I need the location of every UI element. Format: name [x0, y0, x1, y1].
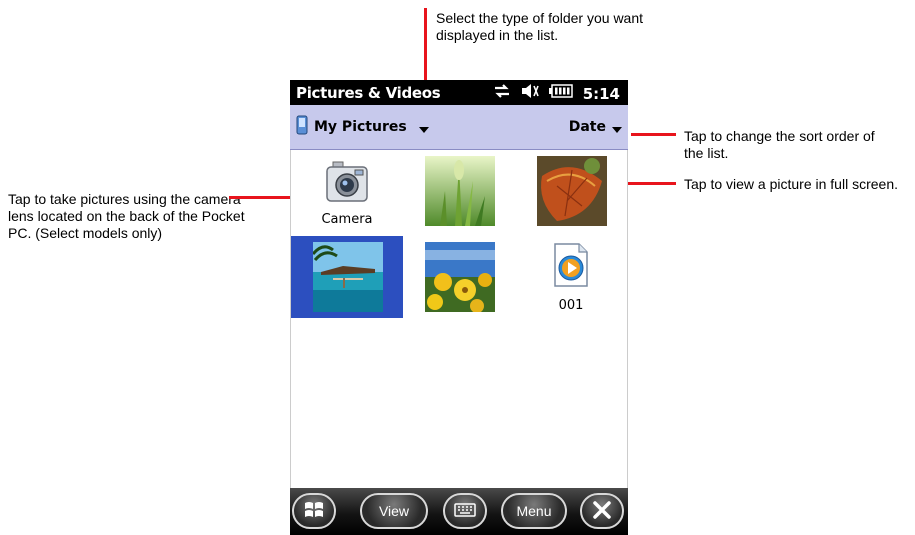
tile-flowers-photo[interactable]: [403, 236, 515, 318]
callout-folder-type: Select the type of folder you want displ…: [436, 10, 644, 43]
menu-button[interactable]: Menu: [501, 493, 567, 529]
sort-dropdown-icon[interactable]: [612, 127, 622, 133]
sort-selector[interactable]: Date: [569, 115, 622, 139]
close-button[interactable]: [580, 493, 624, 529]
tile-beach-photo[interactable]: [291, 236, 403, 318]
camera-icon: [325, 160, 369, 204]
callout-view-picture: Tap to view a picture in full screen.: [684, 176, 898, 192]
folder-selector[interactable]: My Pictures: [296, 115, 429, 139]
keyboard-button[interactable]: [443, 493, 487, 529]
battery-icon[interactable]: [548, 84, 573, 103]
start-button[interactable]: [292, 493, 336, 529]
tile-grass-photo[interactable]: [403, 150, 515, 232]
folder-dropdown-icon[interactable]: [418, 127, 429, 133]
keyboard-icon: [454, 502, 476, 520]
connectivity-icon[interactable]: [493, 83, 511, 104]
taskbar: View Menu: [290, 488, 628, 535]
speaker-muted-icon[interactable]: [521, 83, 539, 104]
callout-sort-order: Tap to change the sort order of the list…: [684, 128, 875, 161]
leaf-thumbnail: [537, 156, 607, 226]
close-icon: [592, 500, 612, 523]
flowers-thumbnail: [425, 242, 495, 313]
status-icons: 5:14: [493, 83, 620, 104]
tile-camera[interactable]: Camera: [291, 150, 403, 232]
folder-name: My Pictures: [314, 119, 407, 135]
windows-flag-icon: [303, 500, 325, 523]
media-player-icon: [551, 242, 591, 288]
view-button[interactable]: View: [360, 493, 428, 529]
tile-media-file[interactable]: 001: [515, 236, 627, 318]
tile-label: 001: [558, 298, 584, 313]
grass-thumbnail: [425, 156, 495, 226]
app-title: Pictures & Videos: [296, 84, 441, 102]
beach-thumbnail: [311, 242, 383, 312]
sort-name: Date: [568, 119, 606, 135]
tile-label: Camera: [321, 212, 373, 227]
picture-grid: Camera 001: [290, 150, 628, 490]
device-screen: Pictures & Videos 5:14 My Pictures Date …: [290, 80, 628, 535]
callout-camera: Tap to take pictures using the camera le…: [8, 191, 245, 241]
callout-sort-line: [631, 133, 676, 136]
status-bar: Pictures & Videos 5:14: [290, 80, 628, 105]
folder-bar: My Pictures Date: [290, 105, 628, 150]
device-icon: [296, 115, 308, 140]
tile-leaf-photo[interactable]: [515, 150, 627, 232]
clock[interactable]: 5:14: [583, 85, 620, 103]
